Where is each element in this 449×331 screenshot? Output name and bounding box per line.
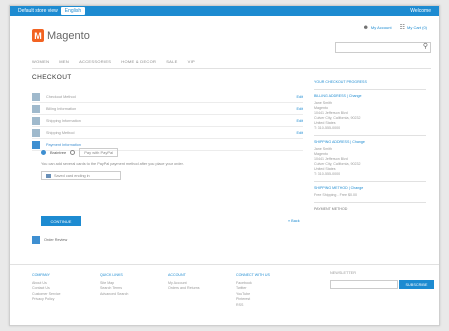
nav-divider [32, 68, 431, 69]
nav-item-men[interactable]: MEN [59, 59, 69, 64]
language-switcher[interactable]: Default store view English [18, 7, 86, 15]
payment-note: You can add several cards to the PayPal … [41, 162, 184, 166]
divider [314, 202, 426, 203]
option-paypal-label[interactable]: Pay with PayPal [79, 148, 119, 157]
step-number-icon [32, 140, 40, 149]
checkout-steps: Checkout Method Edit Billing Information… [32, 91, 303, 151]
option-braintree-label: Braintree [50, 150, 67, 155]
card-icon [46, 173, 51, 178]
site-header: M Magento ☻ My Account ☷ My Cart (0) ⚲ [10, 16, 439, 58]
edit-link[interactable]: Edit [296, 119, 303, 123]
logo-text: Magento [47, 29, 90, 42]
language-select[interactable]: English [60, 7, 86, 15]
shipping-address: Jane Smith Magento 10441 Jefferson Blvd Cul… [314, 147, 426, 177]
account-links: ☻ My Account ☷ My Cart (0) [363, 24, 427, 32]
divider [314, 89, 426, 90]
search-input[interactable]: ⚲ [335, 42, 431, 53]
payment-section: Braintree Pay with PayPal You can add se… [41, 148, 303, 214]
footer-account: ACCOUNT My Account Orders and Returns [168, 273, 200, 292]
footer-column-title: CONNECT WITH US [236, 273, 270, 277]
store-view-label: Default store view [18, 8, 58, 14]
footer-column-title: ACCOUNT [168, 273, 186, 277]
footer-link[interactable]: Advanced Search [100, 292, 128, 298]
step-number-icon [32, 92, 40, 101]
edit-link[interactable]: Edit [296, 131, 303, 135]
step-number-icon [32, 104, 40, 113]
address-line: T: 310-555-0000 [314, 126, 341, 130]
page-title: CHECKOUT [32, 74, 72, 81]
checkout-progress-sidebar: YOUR CHECKOUT PROGRESS BILLING ADDRESS |… [314, 76, 426, 212]
step-billing[interactable]: Billing Information Edit [32, 103, 303, 115]
step-number-icon [32, 128, 40, 137]
footer-connect: CONNECT WITH US Facebook Twitter YouTube Pin… [236, 273, 270, 308]
payment-options: Braintree Pay with PayPal [41, 148, 303, 157]
step-shipping-method[interactable]: Shipping Method Edit [32, 127, 303, 139]
step-number-icon [32, 236, 40, 244]
search-icon[interactable]: ⚲ [423, 42, 428, 50]
footer-quick-links: QUICK LINKS Site Map Search Terms Advanced … [100, 273, 128, 297]
footer-column-title: QUICK LINKS [100, 273, 123, 277]
radio-paypal[interactable] [70, 150, 76, 155]
footer-link[interactable]: Orders and Returns [168, 286, 200, 292]
back-link[interactable]: « Back [288, 219, 300, 223]
divider [314, 135, 426, 136]
billing-title[interactable]: BILLING ADDRESS | Change [314, 94, 426, 99]
payment-method-title: PAYMENT METHOD [314, 207, 348, 211]
edit-link[interactable]: Edit [296, 95, 303, 99]
cart-link[interactable]: ☷ My Cart (0) [400, 24, 427, 31]
browser-frame: Default store view English Welcome M Mag… [9, 5, 440, 326]
nav-item-women[interactable]: WOMEN [32, 59, 49, 64]
continue-button[interactable]: CONTINUE [41, 216, 81, 226]
divider [314, 181, 426, 182]
subscribe-button[interactable]: SUBSCRIBE [399, 280, 434, 289]
top-bar: Default store view English Welcome [10, 6, 439, 16]
billing-address: Jane Smith Magento 10441 Jefferson Blvd Cul… [314, 101, 426, 131]
cart-icon: ☷ [399, 25, 405, 31]
nav-item-sale[interactable]: SALE [166, 59, 177, 64]
footer-company: COMPANY About Us Contact Us Customer Servic… [32, 273, 61, 303]
footer-link[interactable]: Privacy Policy [32, 297, 61, 303]
site-logo[interactable]: M Magento [32, 29, 90, 42]
newsletter-title: NEWSLETTER [330, 271, 356, 275]
step-shipping-info[interactable]: Shipping Information Edit [32, 115, 303, 127]
welcome-text: Welcome [410, 8, 431, 14]
step-number-icon [32, 116, 40, 125]
step-checkout-method[interactable]: Checkout Method Edit [32, 91, 303, 103]
edit-link[interactable]: Edit [296, 107, 303, 111]
footer-link[interactable]: RSS [236, 303, 270, 309]
nav-item-vip[interactable]: VIP [188, 59, 195, 64]
user-icon: ☻ [362, 24, 369, 31]
nav-item-home-decor[interactable]: HOME & DECOR [121, 59, 156, 64]
site-footer: COMPANY About Us Contact Us Customer Servic… [10, 264, 439, 325]
footer-column-title: COMPANY [32, 273, 50, 277]
progress-title: YOUR CHECKOUT PROGRESS [314, 80, 367, 84]
account-link[interactable]: ☻ My Account [363, 25, 392, 31]
nav-item-accessories[interactable]: ACCESSORIES [79, 59, 111, 64]
newsletter: NEWSLETTER SUBSCRIBE [330, 271, 434, 289]
step-order-review[interactable]: Order Review [32, 236, 67, 244]
newsletter-email-input[interactable] [330, 280, 398, 289]
saved-card-select[interactable]: Saved card ending in [41, 171, 121, 180]
method-title[interactable]: SHIPPING METHOD | Change [314, 186, 426, 191]
shipping-method-value: Free Shipping - Free $0.00 [314, 193, 357, 197]
main-nav: WOMEN MEN ACCESSORIES HOME & DECOR SALE VIP [32, 59, 195, 64]
magento-logo-icon: M [32, 29, 44, 42]
radio-braintree[interactable] [41, 150, 46, 155]
shipping-title[interactable]: SHIPPING ADDRESS | Change [314, 140, 426, 145]
address-line: T: 310-555-0000 [314, 172, 341, 176]
